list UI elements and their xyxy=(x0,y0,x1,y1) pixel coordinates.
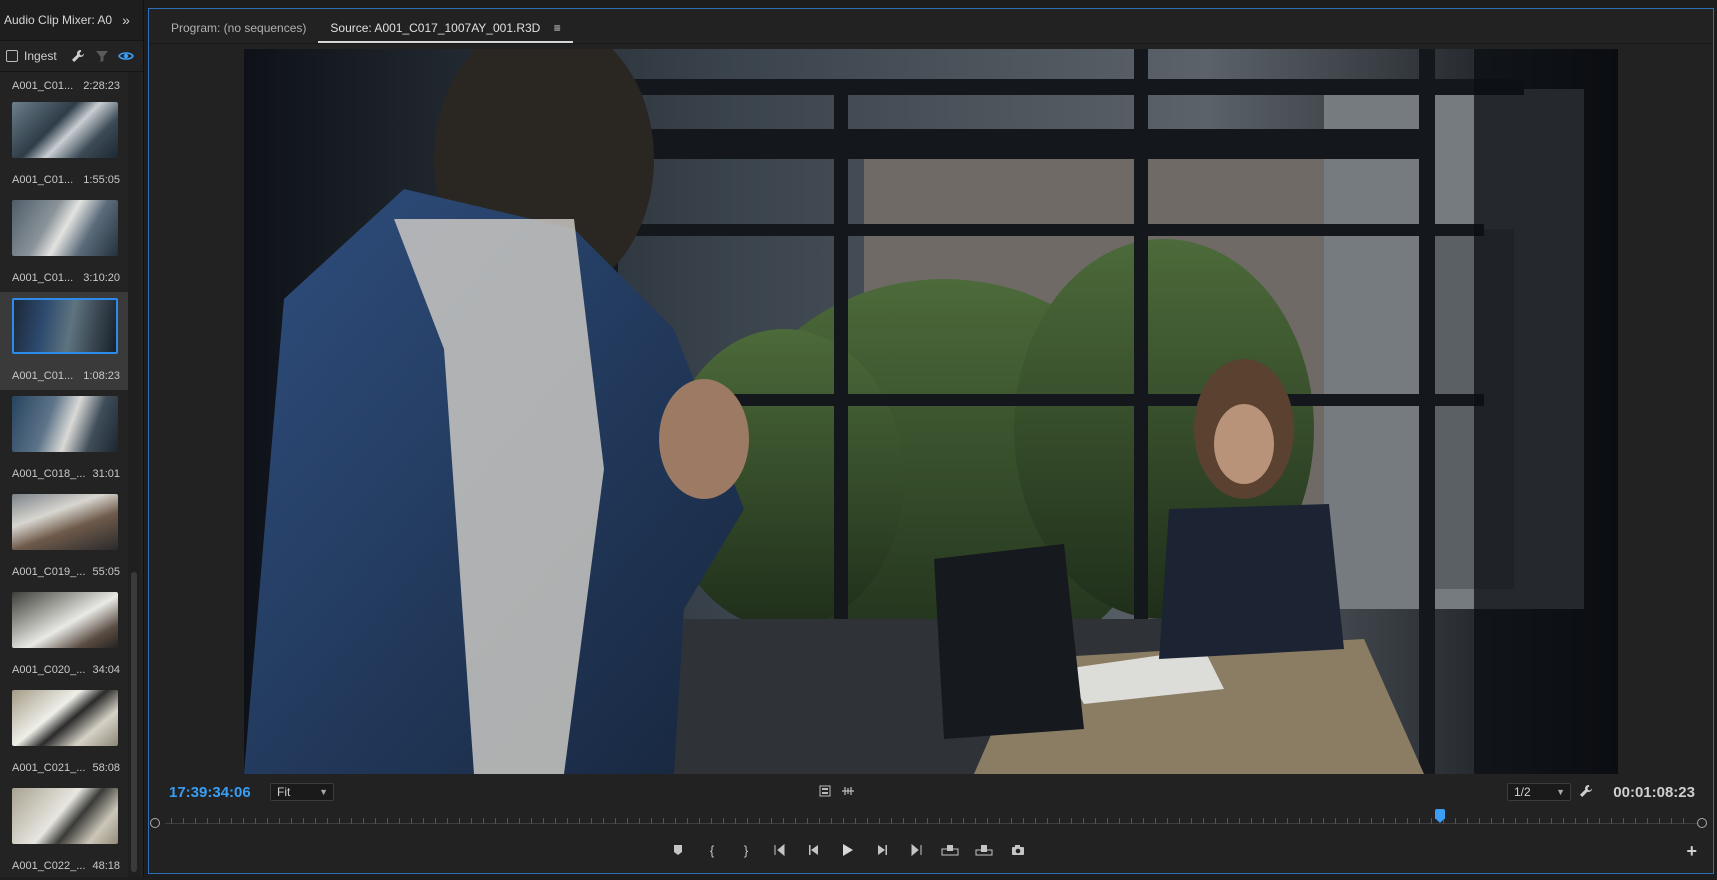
clip-item[interactable]: A001_C01... 2:28:23 xyxy=(0,72,128,96)
playback-resolution-value: 1/2 xyxy=(1514,785,1531,799)
mark-in-icon[interactable]: { xyxy=(703,841,721,859)
double-chevron-right-icon[interactable]: » xyxy=(116,12,136,28)
go-to-in-icon[interactable] xyxy=(771,841,789,859)
chevron-down-icon: ▼ xyxy=(1556,787,1565,797)
playhead-tip xyxy=(1434,818,1445,823)
filter-icon[interactable] xyxy=(93,47,111,65)
wrench-icon[interactable] xyxy=(69,47,87,65)
ruler-start-handle[interactable] xyxy=(150,818,160,828)
ruler-ticks xyxy=(171,818,1691,824)
clip-item[interactable]: A001_C019_... 55:05 xyxy=(0,488,128,586)
clip-list: A001_C01... 2:28:23 A001_C01... 1:55:05 … xyxy=(0,72,128,880)
project-media-panel: Audio Clip Mixer: A0 » Ingest A001_C01..… xyxy=(0,0,144,877)
panel-header: Audio Clip Mixer: A0 » xyxy=(0,0,143,41)
ruler-end-handle[interactable] xyxy=(1697,818,1707,828)
hamburger-menu-icon[interactable]: ≡ xyxy=(554,21,561,35)
clip-duration: 3:10:20 xyxy=(83,272,120,284)
overwrite-icon[interactable] xyxy=(975,841,993,859)
clip-name: A001_C022_... xyxy=(12,860,86,872)
tab-program[interactable]: Program: (no sequences) xyxy=(159,21,318,43)
source-monitor-panel: Program: (no sequences) Source: A001_C01… xyxy=(148,8,1714,874)
clip-name: A001_C021_... xyxy=(12,762,86,774)
clip-name: A001_C01... xyxy=(12,370,74,382)
step-forward-icon[interactable] xyxy=(873,841,891,859)
current-timecode[interactable]: 17:39:34:06 xyxy=(169,784,251,801)
zoom-level-select[interactable]: Fit ▼ xyxy=(270,783,334,801)
ingest-checkbox[interactable] xyxy=(6,50,18,62)
clip-duration: 1:08:23 xyxy=(83,370,120,382)
clip-duration: 58:08 xyxy=(92,762,120,774)
time-ruler[interactable] xyxy=(149,809,1713,831)
insert-icon[interactable] xyxy=(941,841,959,859)
clip-item[interactable]: A001_C021_... 58:08 xyxy=(0,684,128,782)
drag-video-only-icon[interactable] xyxy=(819,785,831,800)
clip-thumbnail[interactable] xyxy=(12,298,118,354)
zoom-level-value: Fit xyxy=(277,785,291,799)
settings-wrench-icon[interactable] xyxy=(1579,784,1593,801)
monitor-tabs: Program: (no sequences) Source: A001_C01… xyxy=(149,9,1713,44)
play-icon[interactable] xyxy=(839,841,857,859)
clip-thumbnail[interactable] xyxy=(12,690,118,746)
clip-duration: 55:05 xyxy=(92,566,120,578)
export-frame-icon[interactable] xyxy=(1009,841,1027,859)
clip-name: A001_C019_... xyxy=(12,566,86,578)
duration-timecode: 00:01:08:23 xyxy=(1613,784,1695,801)
panel-toolbar: Ingest xyxy=(0,41,143,72)
video-frame xyxy=(244,49,1618,774)
clip-list-scrollbar[interactable] xyxy=(128,72,140,877)
clip-name: A001_C01... xyxy=(12,174,74,186)
step-back-icon[interactable] xyxy=(805,841,823,859)
video-preview[interactable] xyxy=(244,49,1618,774)
drag-audio-only-icon[interactable] xyxy=(841,785,855,800)
chevron-down-icon: ▼ xyxy=(319,787,328,797)
clip-name: A001_C01... xyxy=(12,80,74,92)
panel-title[interactable]: Audio Clip Mixer: A0 xyxy=(0,13,116,27)
clip-name: A001_C018_... xyxy=(12,468,86,480)
eye-icon[interactable] xyxy=(117,47,135,65)
clip-name: A001_C020_... xyxy=(12,664,86,676)
drag-icons xyxy=(819,785,855,800)
add-marker-icon[interactable] xyxy=(669,841,687,859)
clip-thumbnail[interactable] xyxy=(12,494,118,550)
clip-thumbnail[interactable] xyxy=(12,788,118,844)
clip-duration: 31:01 xyxy=(92,468,120,480)
clip-name: A001_C01... xyxy=(12,272,74,284)
clip-thumbnail[interactable] xyxy=(12,592,118,648)
clip-item[interactable]: A001_C018_... 31:01 xyxy=(0,390,128,488)
clip-duration: 1:55:05 xyxy=(83,174,120,186)
clip-thumbnail[interactable] xyxy=(12,102,118,158)
button-editor-plus[interactable]: + xyxy=(1686,841,1697,862)
clip-item[interactable]: A001_C01... 1:08:23 xyxy=(0,292,128,390)
clip-thumbnail[interactable] xyxy=(12,396,118,452)
clip-item[interactable]: A001_C01... 3:10:20 xyxy=(0,194,128,292)
scrollbar-thumb[interactable] xyxy=(131,572,137,872)
clip-duration: 34:04 xyxy=(92,664,120,676)
clip-thumbnail[interactable] xyxy=(12,200,118,256)
clip-duration: 2:28:23 xyxy=(83,80,120,92)
clip-duration: 48:18 xyxy=(92,860,120,872)
playback-resolution-select[interactable]: 1/2 ▼ xyxy=(1507,783,1571,801)
tab-source-label: Source: A001_C017_1007AY_001.R3D xyxy=(330,21,541,35)
clip-item[interactable]: A001_C01... 1:55:05 xyxy=(0,96,128,194)
tab-source[interactable]: Source: A001_C017_1007AY_001.R3D ≡ xyxy=(318,21,573,43)
ingest-label: Ingest xyxy=(24,49,57,63)
mark-out-icon[interactable]: } xyxy=(737,841,755,859)
clip-item[interactable]: A001_C020_... 34:04 xyxy=(0,586,128,684)
transport-controls: { } xyxy=(669,839,1027,861)
clip-item[interactable]: A001_C022_... 48:18 xyxy=(0,782,128,880)
monitor-controls: 17:39:34:06 Fit ▼ 1/2 ▼ 00:01:08:23 xyxy=(149,777,1713,807)
go-to-out-icon[interactable] xyxy=(907,841,925,859)
